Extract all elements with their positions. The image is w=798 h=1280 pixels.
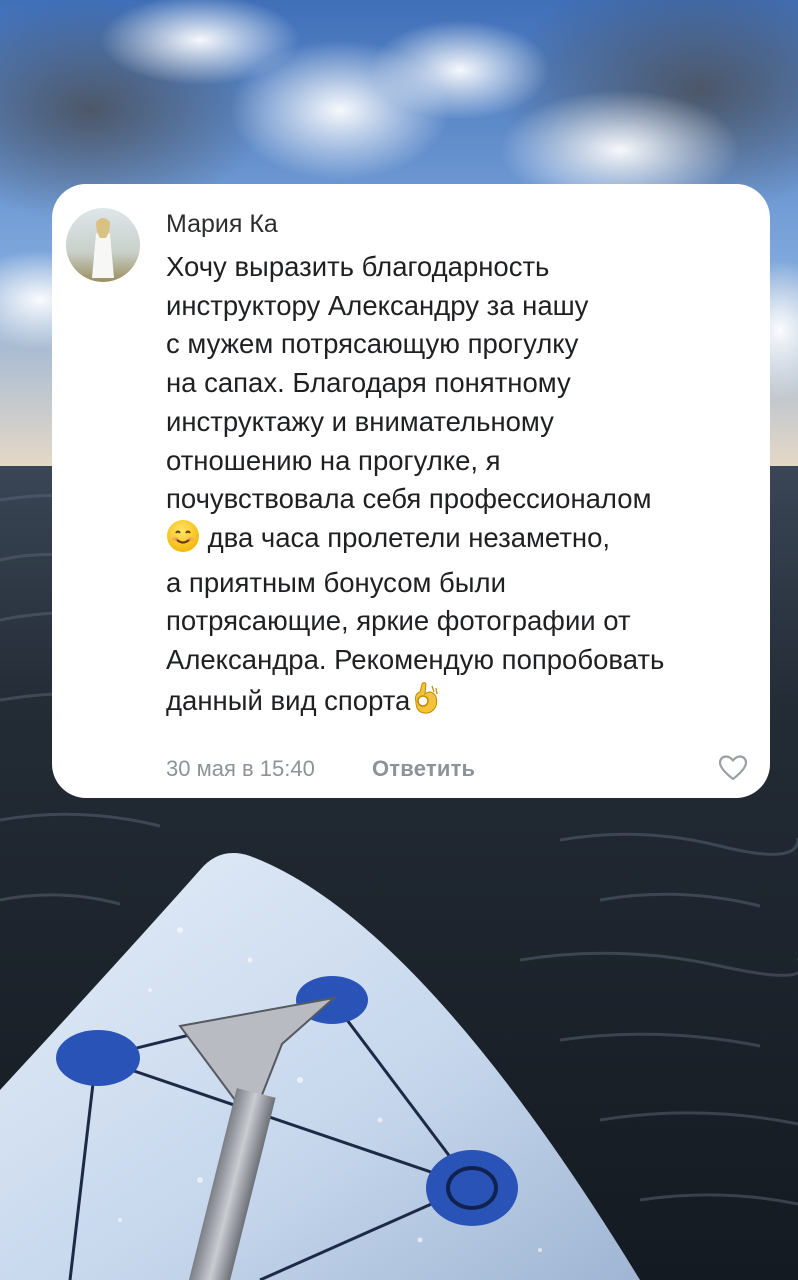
reply-button[interactable]: Ответить xyxy=(372,756,475,782)
comment-line: а приятным бонусом были xyxy=(166,566,506,598)
comment-line: на сапах. Благодаря понятному xyxy=(166,367,571,399)
comment-line-with-emoji: два часа пролетели незаметно, xyxy=(166,519,766,564)
smiling-face-emoji xyxy=(166,519,200,564)
comment-line: отношению на прогулке, я xyxy=(166,444,501,476)
comment-line: инструктажу и внимательному xyxy=(166,405,554,437)
comment-line: данный вид спорта xyxy=(166,684,411,716)
comment-line: инструктору Александру за нашу xyxy=(166,289,589,321)
comment-line: почувствовала себя профессионалом xyxy=(166,483,652,515)
comment-card: Мария Ка Хочу выразить благодарность инс… xyxy=(52,184,770,798)
comment-line: два часа пролетели незаметно, xyxy=(207,521,611,553)
heart-outline-icon[interactable] xyxy=(718,754,748,782)
comment-line: с мужем потрясающую прогулку xyxy=(166,328,579,360)
comment-line: Хочу выразить благодарность xyxy=(166,251,550,282)
comment-text: Хочу выразить благодарность инструктору … xyxy=(166,248,766,726)
avatar[interactable] xyxy=(66,208,140,282)
comment-date: 30 мая в 15:40 xyxy=(166,756,315,781)
comment-line: потрясающие, яркие фотографии от xyxy=(166,605,631,637)
comment-line-with-emoji: данный вид спорта xyxy=(166,680,766,727)
author-name[interactable]: Мария Ка xyxy=(166,210,278,239)
ok-hand-emoji xyxy=(410,680,444,727)
comment-line: Александра. Рекомендую попробовать xyxy=(166,644,665,676)
